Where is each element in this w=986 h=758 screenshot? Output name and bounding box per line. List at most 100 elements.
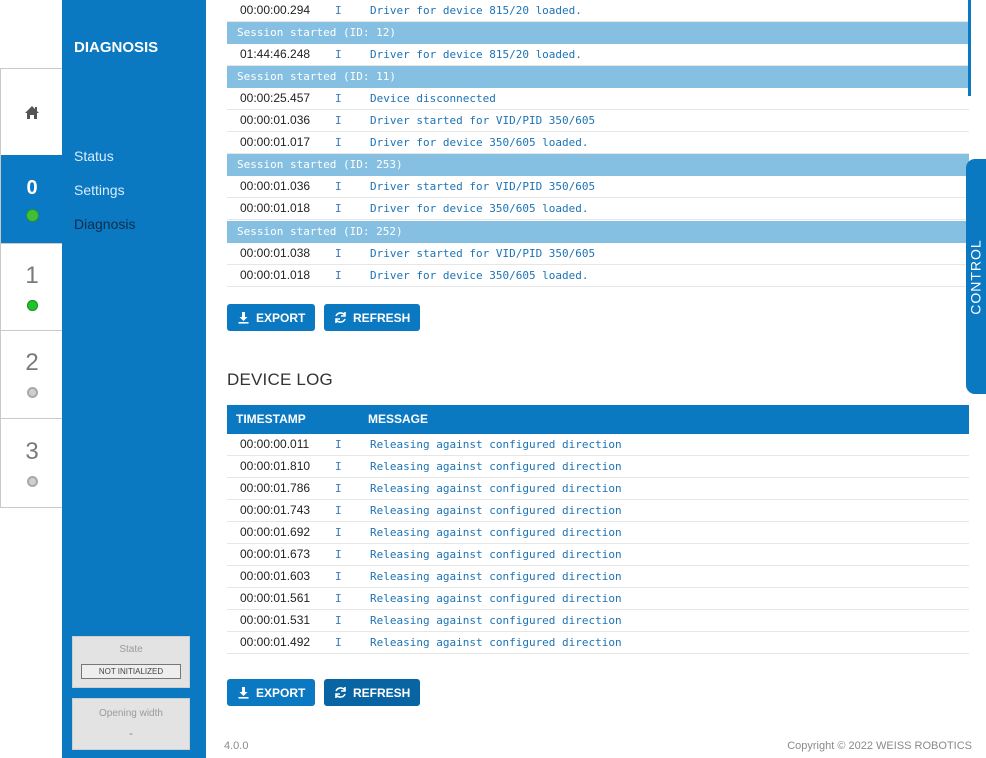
state-panel: State NOT INITIALIZED xyxy=(72,636,190,688)
log-timestamp: 00:00:01.531 xyxy=(240,613,311,627)
refresh-icon xyxy=(335,312,346,323)
sidebar-item-status[interactable]: Status xyxy=(74,148,114,164)
log-level: I xyxy=(335,614,342,627)
log-row: 00:00:01.036 I Driver started for VID/PI… xyxy=(227,176,969,198)
log-timestamp: 00:00:01.743 xyxy=(240,503,311,517)
log-message: Driver for device 350/605 loaded. xyxy=(370,202,589,215)
device-number: 0 xyxy=(26,177,38,199)
log-level: I xyxy=(335,48,342,61)
log-level: I xyxy=(335,136,342,149)
log-level: I xyxy=(335,114,342,127)
control-tab-label-wrap[interactable]: CONTROL xyxy=(966,159,986,394)
device-tab-0[interactable]: 0 xyxy=(1,155,63,243)
log-level: I xyxy=(335,460,342,473)
state-label: State xyxy=(119,644,143,655)
log-timestamp: 00:00:01.561 xyxy=(240,591,311,605)
session-row: Session started (ID: 11) xyxy=(227,66,969,88)
copyright-label: Copyright © 2022 WEISS ROBOTICS xyxy=(787,740,972,752)
device-status-indicator xyxy=(26,299,38,311)
log-timestamp: 00:00:01.673 xyxy=(240,547,311,561)
log-row: 01:44:46.248 I Driver for device 815/20 … xyxy=(227,44,969,66)
device-number: 3 xyxy=(25,437,39,465)
device-tab-3[interactable]: 3 xyxy=(1,418,63,507)
table-row: 00:00:01.673 I Releasing against configu… xyxy=(227,544,969,566)
home-icon xyxy=(25,105,39,119)
log-message: Driver for device 350/605 loaded. xyxy=(370,136,589,149)
table-row: 00:00:00.011 I Releasing against configu… xyxy=(227,434,969,456)
log-timestamp: 00:00:00.294 xyxy=(240,3,311,17)
log-message: Releasing against configured direction xyxy=(370,460,622,473)
sidebar: DIAGNOSIS Status Settings Diagnosis Stat… xyxy=(62,0,206,758)
log-message: Driver for device 815/20 loaded. xyxy=(370,48,582,61)
log-message: Driver for device 815/20 loaded. xyxy=(370,4,582,17)
log-level: I xyxy=(335,202,342,215)
opening-width-panel: Opening width - xyxy=(72,698,190,750)
log-level: I xyxy=(335,4,342,17)
log-timestamp: 00:00:01.810 xyxy=(240,459,311,473)
log-timestamp: 00:00:00.011 xyxy=(240,437,310,451)
sidebar-title: DIAGNOSIS xyxy=(74,39,159,56)
log-level: I xyxy=(335,180,342,193)
log-row: 00:00:25.457 I Device disconnected xyxy=(227,88,969,110)
device-number: 2 xyxy=(25,349,39,376)
export-device-log-button[interactable]: EXPORT xyxy=(227,679,316,706)
log-message: Driver for device 350/605 loaded. xyxy=(370,269,589,282)
device-log-header: TIMESTAMP MESSAGE xyxy=(227,405,969,434)
refresh-driver-log-button[interactable]: REFRESH xyxy=(324,304,421,331)
export-label: EXPORT xyxy=(256,310,306,325)
opening-width-label: Opening width xyxy=(99,708,163,719)
log-message: Releasing against configured direction xyxy=(370,548,622,561)
table-row: 00:00:01.603 I Releasing against configu… xyxy=(227,566,969,588)
table-row: 00:00:01.492 I Releasing against configu… xyxy=(227,632,969,654)
log-timestamp: 00:00:01.017 xyxy=(240,135,311,149)
log-row: 00:00:01.017 I Driver for device 350/605… xyxy=(227,132,969,154)
log-row: 00:00:01.018 I Driver for device 350/605… xyxy=(227,265,969,287)
log-message: Driver started for VID/PID 350/605 xyxy=(370,180,596,193)
table-row: 00:00:01.692 I Releasing against configu… xyxy=(227,522,969,544)
device-tab-2[interactable]: 2 xyxy=(1,330,63,418)
export-driver-log-button[interactable]: EXPORT xyxy=(227,304,316,331)
log-level: I xyxy=(335,247,342,260)
log-message: Driver started for VID/PID 350/605 xyxy=(370,114,596,127)
sidebar-item-settings[interactable]: Settings xyxy=(74,182,125,198)
column-header-message[interactable]: MESSAGE xyxy=(368,405,428,434)
log-message: Releasing against configured direction xyxy=(370,504,622,517)
log-timestamp: 00:00:01.018 xyxy=(240,268,311,282)
log-message: Releasing against configured direction xyxy=(370,614,622,627)
refresh-label: REFRESH xyxy=(353,310,411,325)
refresh-label: REFRESH xyxy=(353,685,411,700)
log-level: I xyxy=(335,438,342,451)
download-icon xyxy=(238,312,249,324)
log-timestamp: 00:00:01.018 xyxy=(240,201,311,215)
log-timestamp: 00:00:01.603 xyxy=(240,569,311,583)
home-button[interactable] xyxy=(1,68,63,155)
log-message: Releasing against configured direction xyxy=(370,526,622,539)
table-row: 00:00:01.786 I Releasing against configu… xyxy=(227,478,969,500)
log-level: I xyxy=(335,482,342,495)
log-level: I xyxy=(335,526,342,539)
log-timestamp: 00:00:01.038 xyxy=(240,246,311,260)
device-tab-1[interactable]: 1 xyxy=(1,243,63,330)
table-row: 00:00:01.743 I Releasing against configu… xyxy=(227,500,969,522)
log-row: 00:00:01.036 I Driver started for VID/PI… xyxy=(227,110,969,132)
refresh-device-log-button[interactable]: REFRESH xyxy=(324,679,421,706)
log-timestamp: 00:00:01.692 xyxy=(240,525,311,539)
log-row: 00:00:01.018 I Driver for device 350/605… xyxy=(227,198,969,220)
log-message: Releasing against configured direction xyxy=(370,438,622,451)
log-level: I xyxy=(335,592,342,605)
log-scrollbar[interactable] xyxy=(968,0,971,96)
log-level: I xyxy=(335,92,342,105)
sidebar-item-diagnosis[interactable]: Diagnosis xyxy=(74,216,135,232)
log-message: Releasing against configured direction xyxy=(370,636,622,649)
log-message: Releasing against configured direction xyxy=(370,570,622,583)
log-message: Releasing against configured direction xyxy=(370,592,622,605)
device-status-indicator xyxy=(26,387,38,398)
log-row: 00:00:01.038 I Driver started for VID/PI… xyxy=(227,243,969,265)
log-level: I xyxy=(335,548,342,561)
table-row: 00:00:01.561 I Releasing against configu… xyxy=(227,588,969,610)
column-header-timestamp[interactable]: TIMESTAMP xyxy=(236,405,306,434)
control-tab-label: CONTROL xyxy=(968,238,985,315)
log-message: Device disconnected xyxy=(370,92,496,105)
log-timestamp: 00:00:01.786 xyxy=(240,481,311,495)
device-log-title: DEVICE LOG xyxy=(227,370,333,389)
